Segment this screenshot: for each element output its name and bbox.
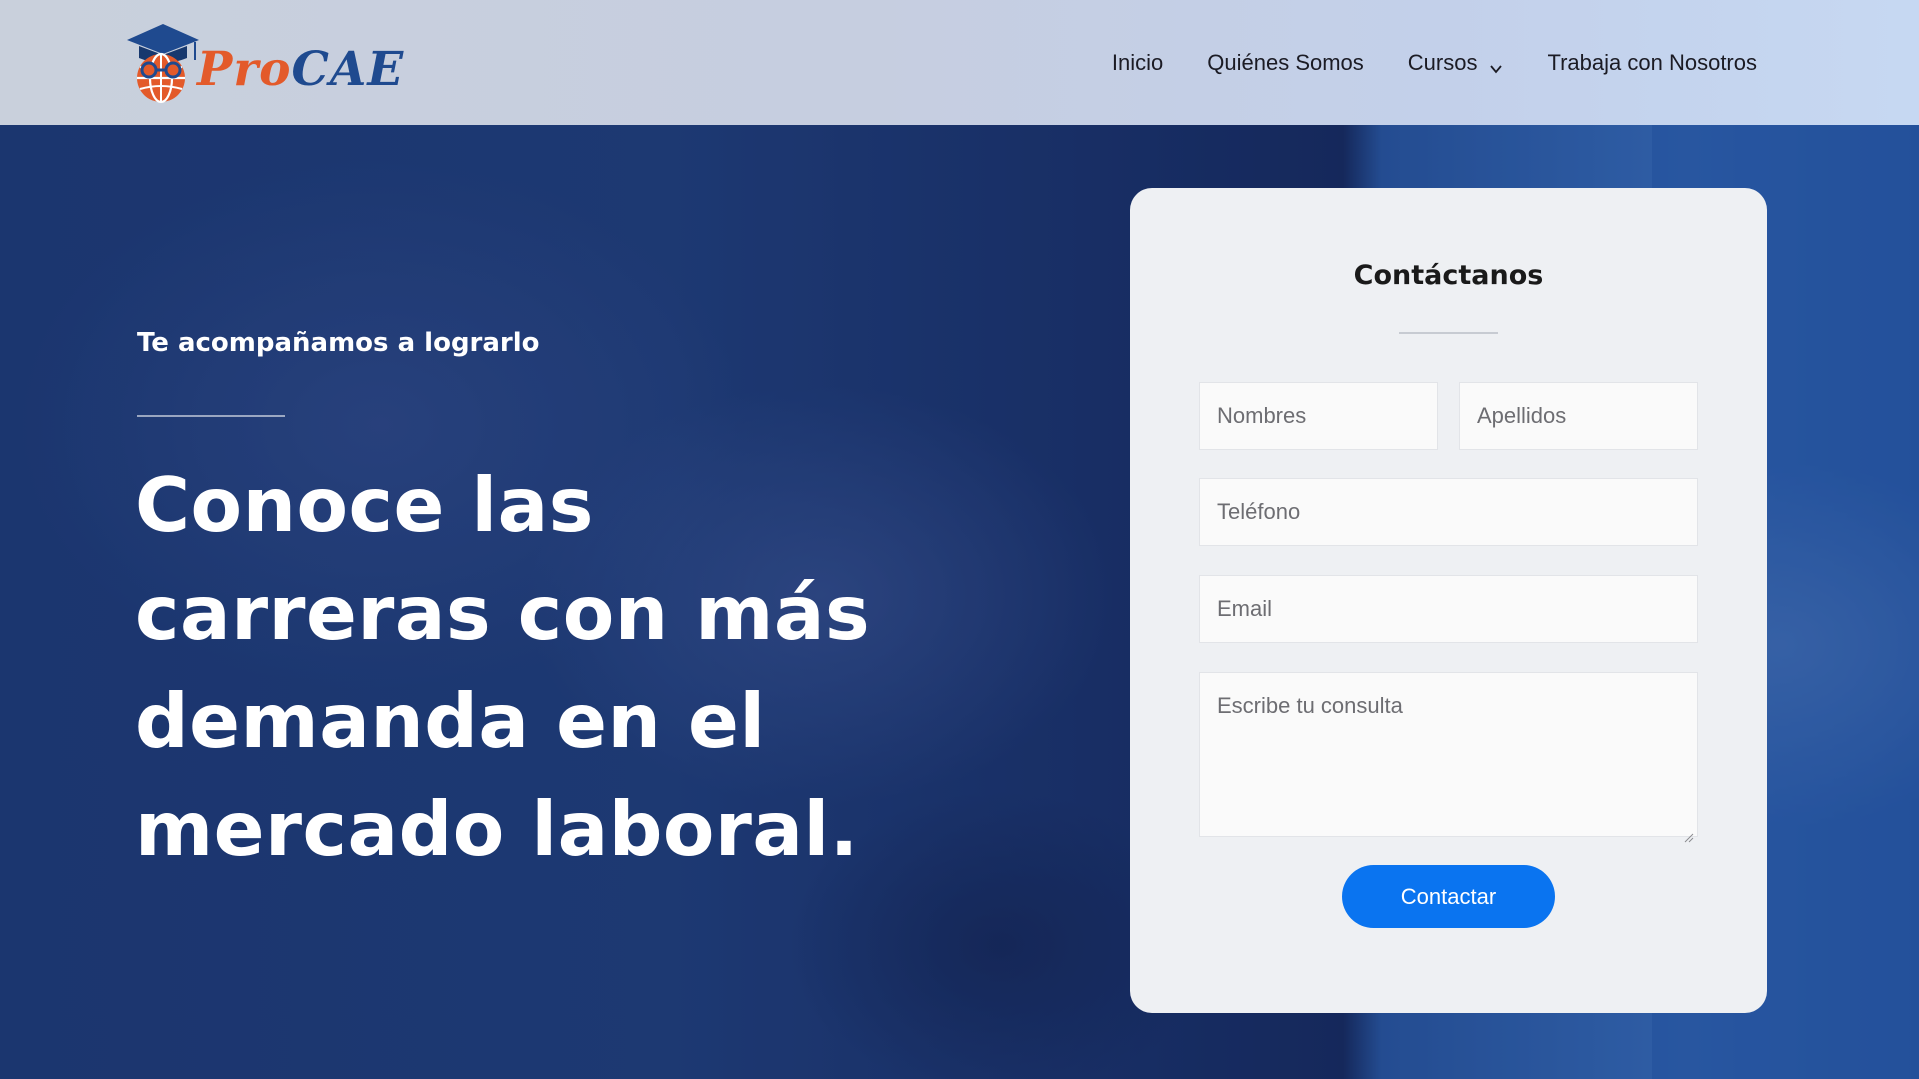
logo-pro: Pro (197, 41, 292, 97)
consulta-textarea[interactable]: Escribe tu consulta (1199, 672, 1698, 843)
nav-item-cursos[interactable]: Cursos (1408, 50, 1504, 76)
nombres-field[interactable]: Nombres (1199, 382, 1438, 450)
apellidos-placeholder: Apellidos (1477, 403, 1567, 428)
contact-form-divider (1399, 332, 1498, 334)
contact-form-card: Contáctanos Nombres Apellidos Teléfono E… (1130, 188, 1767, 1013)
resize-handle-icon[interactable] (1684, 823, 1694, 843)
telefono-field[interactable]: Teléfono (1199, 478, 1698, 546)
nav-item-label: Quiénes Somos (1207, 49, 1364, 75)
apellidos-field[interactable]: Apellidos (1459, 382, 1698, 450)
logo-cae: CAE (291, 41, 405, 97)
hero-divider (137, 415, 285, 417)
contact-form-title: Contáctanos (1353, 260, 1544, 291)
nombres-placeholder: Nombres (1217, 403, 1307, 428)
nav-item-label: Cursos (1407, 49, 1478, 75)
chevron-down-icon (1489, 56, 1503, 73)
procae-logo[interactable]: ProCAE (125, 22, 425, 104)
nav-item-label: Inicio (1111, 49, 1164, 75)
hero-headline: Conoce las carreras con más demanda en e… (135, 461, 871, 873)
graduation-globe-icon (125, 22, 201, 104)
consulta-placeholder: Escribe tu consulta (1217, 693, 1403, 718)
nav-item-label: Trabaja con Nosotros (1547, 49, 1757, 75)
site-header: ProCAE Inicio Quiénes Somos Cursos Traba… (0, 0, 1919, 125)
main-nav: Inicio Quiénes Somos Cursos Trabaja con … (1068, 0, 1757, 125)
hero-kicker: Te acompañamos a lograrlo (137, 328, 540, 358)
email-placeholder: Email (1217, 596, 1273, 621)
contactar-button[interactable]: Contactar (1342, 865, 1555, 928)
telefono-placeholder: Teléfono (1217, 499, 1301, 524)
nav-item-inicio[interactable]: Inicio (1112, 50, 1163, 76)
email-field[interactable]: Email (1199, 575, 1698, 643)
logo-wordmark: ProCAE (197, 42, 404, 97)
nav-item-quienes-somos[interactable]: Quiénes Somos (1207, 50, 1364, 76)
nav-item-trabaja-con-nosotros[interactable]: Trabaja con Nosotros (1547, 50, 1757, 76)
